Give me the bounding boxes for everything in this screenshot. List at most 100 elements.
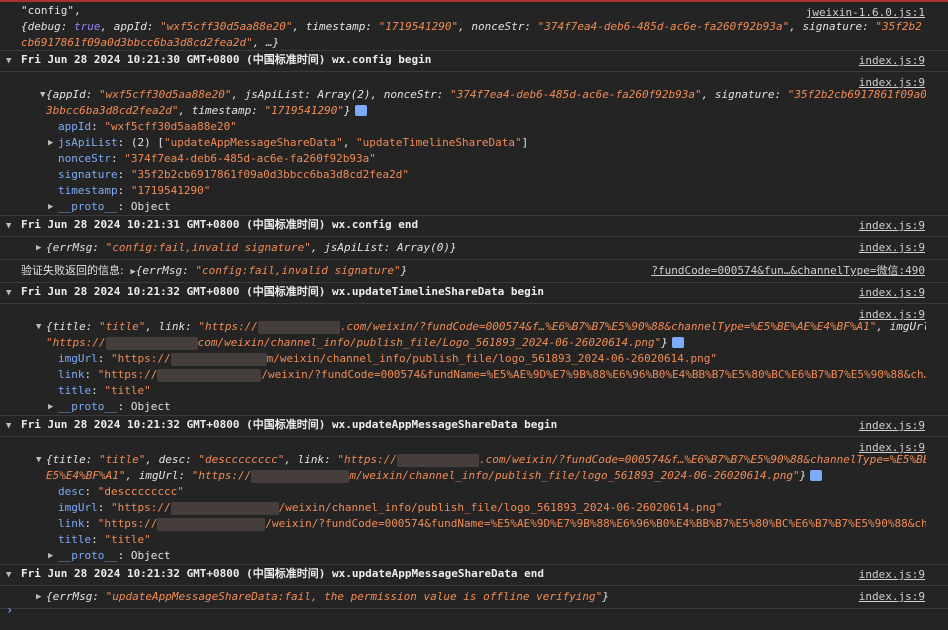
log-entry-group-header[interactable]: ▼ index.js:9 Fri Jun 28 2024 10:21:30 GM… — [0, 51, 948, 72]
obj-text: {errMsg: — [46, 241, 106, 254]
info-icon[interactable] — [671, 336, 684, 348]
prop-title: title: "title" — [58, 533, 151, 546]
prop-value: "descccccccc" — [97, 485, 184, 498]
object-summary-cont: E5%E4%BF%A1", imgUrl: "https:// m/weixin/… — [21, 468, 926, 484]
obj-text: } — [661, 336, 668, 349]
prop-value: /weixin/?fundCode=000574&fundName=%E5%AE… — [265, 517, 926, 530]
redacted-block — [397, 453, 480, 467]
group-title: Fri Jun 28 2024 10:21:32 GMT+0800 (中国标准时… — [21, 418, 558, 431]
redacted-block — [170, 352, 267, 366]
group-title: Fri Jun 28 2024 10:21:32 GMT+0800 (中国标准时… — [21, 567, 544, 580]
prop-imgurl: imgUrl: "https://m/weixin/channel_info/p… — [58, 352, 717, 366]
log-line: 验证失败返回的信息: ▶{errMsg: "config:fail,invali… — [21, 261, 926, 280]
prop-proto[interactable]: ▶ __proto__: Object — [21, 199, 926, 215]
object-summary[interactable]: ▶ {errMsg: "updateAppMessageShareData:fai… — [21, 587, 926, 605]
log-entry-group-header[interactable]: ▼ index.js:9 Fri Jun 28 2024 10:21:32 GM… — [0, 283, 948, 304]
expand-triangle-icon[interactable]: ▶ — [36, 240, 41, 256]
prop-key: signature — [58, 168, 118, 181]
expand-triangle-icon[interactable]: ▶ — [48, 199, 53, 215]
collapse-triangle-icon[interactable]: ▼ — [40, 87, 45, 103]
collapse-triangle-icon[interactable]: ▼ — [6, 285, 11, 301]
collapse-triangle-icon[interactable]: ▼ — [6, 567, 11, 583]
obj-text: } — [400, 264, 408, 277]
info-icon[interactable] — [810, 469, 823, 481]
obj-text: } — [799, 469, 807, 482]
obj-string: m/weixin/channel_info/publish_file/logo_… — [349, 469, 800, 482]
obj-string: "1719541290" — [264, 104, 345, 117]
prop-timestamp: timestamp: "1719541290" — [58, 184, 211, 197]
expand-triangle-icon[interactable]: ▶ — [48, 399, 53, 415]
obj-bool: true — [73, 20, 101, 33]
log-entry-group-header[interactable]: ▼ index.js:9 Fri Jun 28 2024 10:21:32 GM… — [0, 565, 948, 586]
object-summary[interactable]: ▶ {errMsg: "config:fail,invalid signature… — [21, 238, 926, 256]
prop-key: __proto__ — [58, 200, 118, 213]
console-prompt-icon[interactable]: › — [6, 602, 13, 618]
prop-value: "updateAppMessageShareData" — [163, 136, 343, 149]
obj-text: , desc: — [145, 453, 199, 466]
object-summary[interactable]: ▼ {appId: "wxf5cff30d5aa88e20", jsApiLis… — [21, 87, 926, 103]
log-entry-object: index.js:9 ▶ {errMsg: "config:fail,invali… — [0, 237, 948, 260]
prop-key: jsApiList — [58, 136, 118, 149]
obj-string: com/weixin/channel_info/publish_file/Log… — [197, 336, 662, 349]
prop-value: "https:// — [111, 501, 171, 514]
redacted-block — [105, 336, 198, 350]
prop-key: imgUrl — [58, 501, 98, 514]
obj-text: , link: — [284, 453, 338, 466]
collapse-triangle-icon[interactable]: ▼ — [36, 319, 41, 335]
expand-triangle-icon[interactable]: ▶ — [48, 548, 53, 564]
obj-text: , appId: — [100, 20, 161, 33]
log-entry-object: index.js:9 ▼ {title: "title", link: "http… — [0, 304, 948, 416]
prop-value: m/weixin/channel_info/publish_file/logo_… — [266, 352, 717, 365]
obj-text: {errMsg: — [135, 264, 196, 277]
object-summary-cont: cb6917861f09a0d3bbcc6ba3d8cd2fea2d", …} — [21, 35, 926, 51]
obj-text: , signature: — [789, 20, 876, 33]
object-summary[interactable]: ▼ {title: "title", link: "https:// .com/we… — [21, 319, 926, 335]
obj-text: , nonceStr: — [458, 20, 538, 33]
log-entry-group-header[interactable]: ▼ index.js:9 Fri Jun 28 2024 10:21:32 GM… — [0, 416, 948, 437]
prop-key: link — [58, 517, 85, 530]
obj-text: , timestamp: — [178, 104, 265, 117]
redacted-block — [157, 517, 266, 531]
obj-string: "35f2b2cb6917861f09a0d — [787, 88, 926, 101]
collapse-triangle-icon[interactable]: ▼ — [6, 218, 11, 234]
obj-string: "title" — [98, 453, 146, 466]
prop-imgurl: imgUrl: "https:///weixin/channel_info/pu… — [58, 501, 723, 515]
prop-key: title — [58, 533, 92, 546]
obj-string: .com/weixin/?fundCode=000574&f…%E6%B7%B7… — [339, 320, 877, 333]
prop-key: title — [58, 384, 92, 397]
collapse-triangle-icon[interactable]: ▼ — [6, 418, 11, 434]
log-line: "config", — [21, 3, 926, 19]
collapse-triangle-icon[interactable]: ▼ — [6, 53, 11, 69]
obj-text: {appId: — [46, 88, 99, 101]
devtools-console: jweixin-1.6.0.js:1 "config", ▶ {debug: t… — [0, 0, 948, 630]
info-icon[interactable] — [354, 104, 367, 116]
prop-value: /weixin/channel_info/publish_file/logo_5… — [278, 501, 723, 514]
obj-string: "descccccccc" — [198, 453, 285, 466]
obj-string: "wxf5cff30d5aa88e20" — [160, 20, 293, 33]
prop-value: "https:// — [97, 517, 158, 530]
log-entry-group-header[interactable]: ▼ index.js:9 Fri Jun 28 2024 10:21:31 GM… — [0, 216, 948, 237]
prop-sep: ] — [521, 136, 529, 149]
log-entry-object: index.js:9 ▶ {errMsg: "updateAppMessageSh… — [0, 586, 948, 609]
obj-text: , signature: — [701, 88, 788, 101]
collapse-triangle-icon[interactable]: ▼ — [36, 452, 41, 468]
prop-value: "wxf5cff30d5aa88e20" — [104, 120, 237, 133]
obj-string: "374f7ea4-deb6-485d-ac6e-fa260f92b93a" — [537, 20, 790, 33]
redacted-block — [157, 368, 262, 382]
prop-proto[interactable]: ▶ __proto__: Object — [21, 399, 926, 415]
prop-noncestr: nonceStr: "374f7ea4-deb6-485d-ac6e-fa260… — [58, 152, 376, 165]
log-entry-object: index.js:9 ▼ {title: "title", desc: "desc… — [0, 437, 948, 565]
prop-value: Object — [130, 400, 171, 413]
expand-triangle-icon[interactable]: ▶ — [36, 589, 41, 605]
prop-key: appId — [58, 120, 92, 133]
obj-text: {errMsg: — [46, 590, 106, 603]
prop-link: link: "https:///weixin/?fundCode=000574&… — [21, 516, 926, 532]
object-summary[interactable]: ▼ {title: "title", desc: "descccccccc", l… — [21, 452, 926, 468]
prop-jsapilist[interactable]: ▶ jsApiList: (2) ["updateAppMessageShareD… — [21, 135, 926, 151]
expand-triangle-icon[interactable]: ▶ — [48, 135, 53, 151]
obj-string: 3bbcc6ba3d8cd2fea2d" — [46, 104, 179, 117]
prop-proto[interactable]: ▶ __proto__: Object — [21, 548, 926, 564]
obj-text: , imgUrl: — [876, 320, 926, 333]
prop-key: desc — [58, 485, 85, 498]
object-summary[interactable]: ▶ {debug: true, appId: "wxf5cff30d5aa88e… — [21, 19, 926, 35]
